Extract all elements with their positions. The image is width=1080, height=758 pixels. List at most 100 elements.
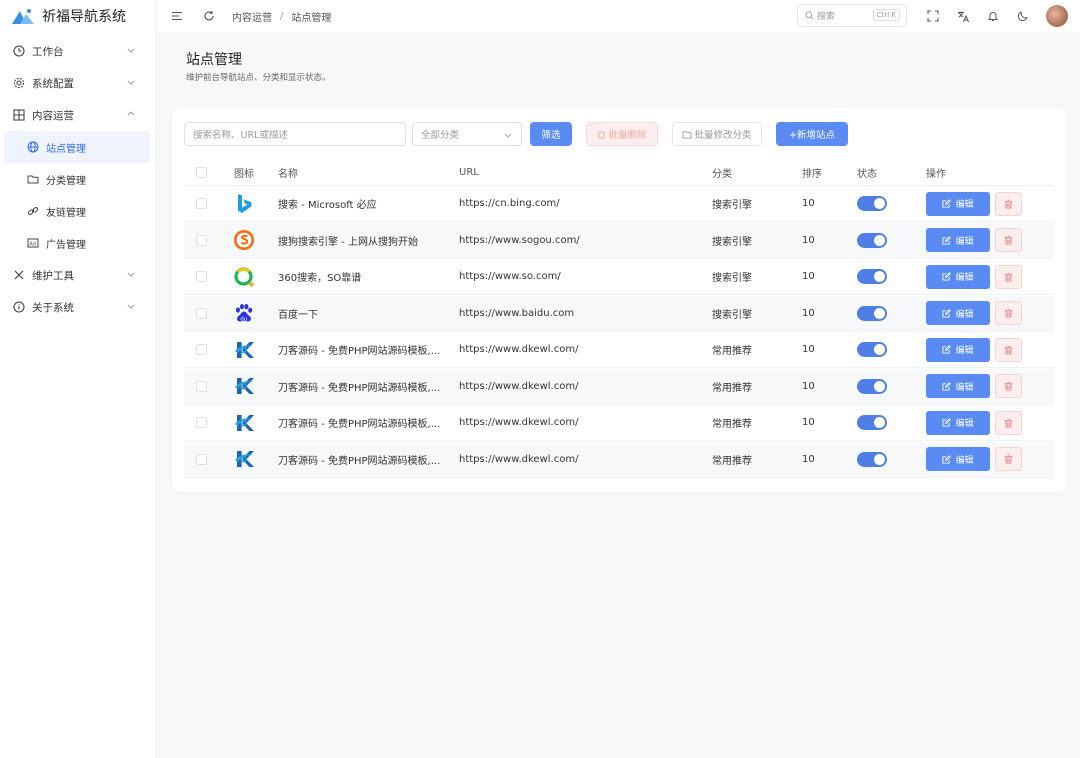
status-toggle[interactable] [857, 451, 887, 467]
breadcrumb-separator: / [280, 10, 284, 22]
site-url[interactable]: https://www.dkewl.com/ [459, 417, 578, 428]
trash-icon [1004, 418, 1013, 428]
site-url[interactable]: https://www.baidu.com [459, 308, 574, 319]
header-actions [926, 0, 1080, 32]
category-select-value: 全部分类 [421, 130, 460, 141]
sidebar-item-dashboard[interactable]: 工作台 [0, 35, 156, 67]
row-checkbox[interactable] [196, 453, 207, 465]
site-category: 搜索引擎 [712, 200, 752, 211]
delete-button[interactable] [995, 447, 1022, 471]
site-category: 搜索引擎 [712, 236, 752, 248]
trash-icon [1004, 381, 1013, 391]
chevron-down-icon [504, 133, 512, 138]
edit-button[interactable]: 编辑 [926, 191, 990, 216]
row-checkbox[interactable] [196, 271, 207, 282]
brand[interactable]: 祈福导航系统 [0, 0, 156, 32]
table-row: 刀客源码 - 免费PHP网站源码模板,... https://www.dkewl… [184, 332, 1054, 368]
breadcrumb-item: 站点管理 [291, 12, 332, 24]
delete-button[interactable] [995, 228, 1022, 252]
header-icon: 图标 [234, 169, 254, 180]
site-url[interactable]: https://cn.bing.com/ [459, 198, 560, 209]
delete-button[interactable] [995, 301, 1022, 325]
menu-toggle-icon[interactable] [170, 9, 184, 23]
fullscreen-icon[interactable] [926, 9, 940, 23]
row-checkbox[interactable] [196, 307, 207, 319]
page-description: 维护前台导航站点、分类和显示状态。 [186, 73, 331, 83]
status-toggle[interactable] [857, 196, 887, 211]
status-toggle[interactable] [857, 342, 887, 357]
site-name: 搜狗搜索引擎 - 上网从搜狗开始 [278, 236, 418, 248]
edit-button[interactable]: 编辑 [926, 374, 990, 398]
row-checkbox[interactable] [196, 344, 207, 355]
status-toggle[interactable] [857, 232, 887, 248]
sidebar-item-system-config[interactable]: 系统配置 [0, 67, 156, 99]
edit-button[interactable]: 编辑 [926, 410, 990, 435]
trash-icon [1004, 199, 1013, 209]
row-checkbox[interactable] [196, 380, 207, 392]
table-header: 图标 名称 URL 分类 排序 状态 操作 [184, 160, 1054, 186]
search-box[interactable]: 搜索 Ctrl K [797, 4, 907, 27]
bell-icon[interactable] [986, 9, 1000, 23]
avatar[interactable] [1046, 5, 1068, 27]
sidebar-item-content-ops[interactable]: 内容运营 [0, 99, 156, 131]
table-row: 刀客源码 - 免费PHP网站源码模板,... https://www.dkewl… [184, 368, 1054, 405]
category-select[interactable]: 全部分类 [412, 122, 522, 146]
site-search-input[interactable]: 搜索名称、URL或描述 [184, 122, 406, 146]
add-site-button[interactable]: +新增站点 [776, 122, 848, 146]
batch-delete-button[interactable]: 批量删除 [586, 122, 658, 146]
toggle-knob [874, 417, 885, 428]
site-url[interactable]: https://www.dkewl.com/ [459, 344, 578, 355]
batch-category-button[interactable]: 批量修改分类 [672, 122, 762, 146]
select-all-checkbox[interactable] [196, 167, 207, 178]
trash-icon [1004, 308, 1013, 318]
delete-button[interactable] [995, 410, 1022, 435]
site-sort: 10 [802, 344, 815, 355]
toggle-knob [874, 380, 885, 392]
sidebar-item-ad-management[interactable]: Ad 广告管理 [0, 227, 156, 259]
edit-button[interactable]: 编辑 [926, 228, 990, 252]
edit-button[interactable]: 编辑 [926, 447, 990, 471]
batch-category-label: 批量修改分类 [694, 130, 752, 141]
add-site-label: +新增站点 [789, 130, 835, 141]
filter-button-label: 筛选 [541, 130, 561, 141]
header-sort: 排序 [802, 169, 822, 180]
sidebar-item-friend-links[interactable]: 友链管理 [0, 195, 156, 227]
site-url[interactable]: https://www.sogou.com/ [459, 235, 580, 246]
table-row: 360搜索，SO靠谱 https://www.so.com/ 搜索引擎 10 编… [184, 259, 1054, 295]
site-url[interactable]: https://www.so.com/ [459, 271, 561, 282]
table-row: 刀客源码 - 免费PHP网站源码模板,... https://www.dkewl… [184, 405, 1054, 441]
status-toggle[interactable] [857, 305, 887, 321]
sidebar-item-label: 分类管理 [46, 175, 86, 187]
delete-button[interactable] [995, 374, 1022, 398]
sidebar-item-about[interactable]: 关于系统 [0, 291, 156, 323]
sidebar-item-category-management[interactable]: 分类管理 [0, 163, 156, 195]
edit-button[interactable]: 编辑 [926, 264, 990, 289]
status-toggle[interactable] [857, 269, 887, 284]
filter-button[interactable]: 筛选 [530, 122, 572, 146]
sidebar-item-site-management[interactable]: 站点管理 [4, 131, 150, 163]
translate-icon[interactable] [956, 9, 970, 23]
site-category: 搜索引擎 [712, 309, 752, 321]
breadcrumb-item[interactable]: 内容运营 [232, 9, 272, 24]
status-toggle[interactable] [857, 415, 887, 430]
delete-button[interactable] [995, 264, 1022, 289]
refresh-icon[interactable] [202, 9, 216, 23]
row-checkbox[interactable] [196, 198, 207, 209]
edit-button[interactable]: 编辑 [926, 301, 990, 325]
link-icon [26, 204, 40, 218]
sidebar-item-maintenance[interactable]: 维护工具 [0, 259, 156, 291]
site-category: 常用推荐 [712, 382, 752, 394]
row-checkbox[interactable] [196, 234, 207, 246]
sidebar-item-label: 内容运营 [32, 109, 74, 122]
trash-icon [1004, 272, 1013, 282]
edit-button[interactable]: 编辑 [926, 337, 990, 362]
delete-button[interactable] [995, 337, 1022, 362]
moon-icon[interactable] [1016, 9, 1030, 23]
delete-button[interactable] [995, 191, 1022, 216]
header-url: URL [459, 167, 479, 178]
status-toggle[interactable] [857, 378, 887, 394]
site-url[interactable]: https://www.dkewl.com/ [459, 454, 578, 465]
site-url[interactable]: https://www.dkewl.com/ [459, 381, 578, 392]
toggle-knob [874, 271, 885, 282]
row-checkbox[interactable] [196, 417, 207, 428]
